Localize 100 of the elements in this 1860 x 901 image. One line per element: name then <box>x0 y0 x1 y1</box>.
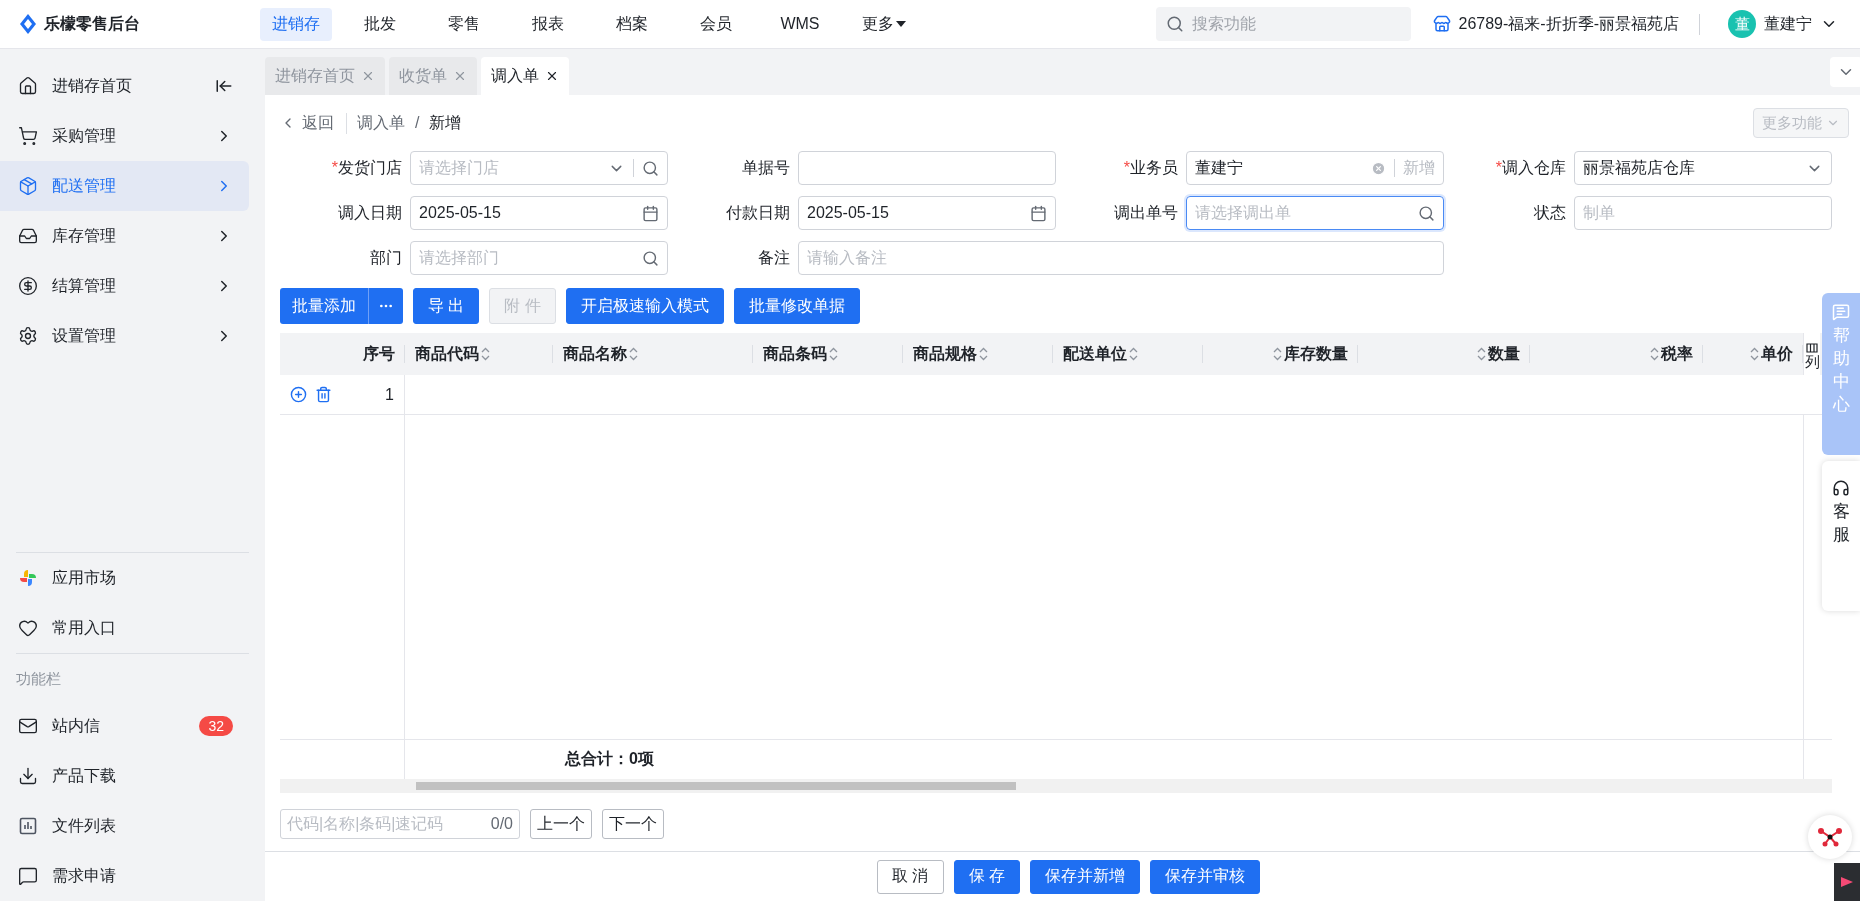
flag-button[interactable] <box>1834 863 1860 901</box>
message-icon <box>1832 303 1850 321</box>
field-placeholder: 请选择调出单 <box>1195 202 1292 223</box>
field-label: *发货门店 <box>330 157 403 178</box>
clear-icon[interactable] <box>1371 160 1386 176</box>
column-header[interactable]: 库存数量 <box>1203 333 1358 375</box>
prev-button[interactable]: 上一个 <box>530 809 592 839</box>
search-icon[interactable] <box>1418 204 1435 222</box>
app-title: 乐檬零售后台 <box>44 13 140 34</box>
nav-item[interactable]: 零售 <box>428 7 500 41</box>
action-button[interactable]: 开启极速输入模式 <box>565 288 724 324</box>
package-icon <box>18 176 38 196</box>
sidebar-item[interactable]: 产品下载 <box>0 751 249 801</box>
footer-button[interactable]: 保 存 <box>953 859 1020 894</box>
sidebar-item[interactable]: 站内信 32 <box>0 701 249 751</box>
search-icon[interactable] <box>642 249 659 267</box>
sidebar-item[interactable]: 常用入口 <box>0 603 249 653</box>
tab-menu-button[interactable] <box>1830 57 1860 87</box>
breadcrumb-item: 新增 <box>429 112 462 133</box>
nav-item[interactable]: 报表 <box>512 7 584 41</box>
column-header[interactable]: 配送单位 <box>1053 333 1203 375</box>
collapse-icon[interactable] <box>215 77 233 95</box>
sidebar-item[interactable]: 库存管理 <box>0 211 249 261</box>
sort-icon[interactable] <box>629 347 638 361</box>
count-badge: 32 <box>199 716 233 736</box>
input-field[interactable]: 2025-05-15 <box>410 196 668 230</box>
column-header[interactable]: 商品代码 <box>405 333 553 375</box>
sort-icon[interactable] <box>1129 347 1138 361</box>
sidebar-item[interactable]: 采购管理 <box>0 111 249 161</box>
find-field[interactable]: 代码|名称|条码|速记码 0/0 <box>280 809 520 839</box>
sidebar-item[interactable]: 设置管理 <box>0 311 249 361</box>
column-header[interactable]: 商品条码 <box>753 333 903 375</box>
sort-icon[interactable] <box>829 347 838 361</box>
column-header[interactable]: 序号 <box>280 333 405 375</box>
column-header[interactable]: 单价 <box>1703 333 1803 375</box>
action-button[interactable]: 导 出 <box>413 288 480 324</box>
nav-item[interactable]: 更多 <box>848 7 920 41</box>
caret-icon <box>896 21 906 27</box>
close-icon[interactable] <box>545 69 559 83</box>
input-field[interactable]: 董建宁 新增 <box>1186 151 1444 185</box>
field-placeholder: 请选择部门 <box>419 247 500 268</box>
input-field[interactable] <box>798 151 1056 185</box>
nav-item[interactable]: 档案 <box>596 7 668 41</box>
next-button[interactable]: 下一个 <box>602 809 664 839</box>
batch-add-button[interactable]: 批量添加 <box>280 288 369 324</box>
sidebar-item[interactable]: 进销存首页 <box>0 61 249 111</box>
sort-icon[interactable] <box>1477 347 1486 361</box>
input-field[interactable]: 2025-05-15 <box>798 196 1056 230</box>
settings-icon <box>18 326 38 346</box>
field-label: 部门 <box>369 247 403 268</box>
assistant-button[interactable] <box>1808 815 1852 859</box>
input-field[interactable]: 丽景福苑店仓库 <box>1574 151 1832 185</box>
horizontal-scrollbar[interactable] <box>280 779 1832 793</box>
search-icon <box>1165 15 1184 33</box>
add-row-icon[interactable] <box>290 386 307 403</box>
sidebar-item[interactable]: 应用市场 <box>0 553 249 603</box>
store-name[interactable]: 26789-福来-折折季-丽景福苑店 <box>1458 13 1679 35</box>
delete-icon[interactable] <box>315 386 332 403</box>
sort-icon[interactable] <box>481 347 490 361</box>
row-number: 1 <box>385 385 394 404</box>
headset-icon <box>1832 479 1850 497</box>
search-icon[interactable] <box>642 159 659 177</box>
nav-item[interactable]: 会员 <box>680 7 752 41</box>
pinwheel-icon <box>18 568 38 588</box>
side-tab[interactable]: 客服 <box>1822 461 1860 611</box>
column-settings-button[interactable]: 列 <box>1803 333 1820 375</box>
breadcrumb-item[interactable]: 调入单 <box>357 112 405 134</box>
column-header[interactable]: 数量 <box>1358 333 1530 375</box>
back-link[interactable]: 返回 <box>280 112 347 134</box>
nav-item[interactable]: WMS <box>764 9 836 39</box>
nav-item[interactable]: 批发 <box>344 7 416 41</box>
field-label: 状态 <box>1533 202 1567 223</box>
column-header[interactable]: 税率 <box>1530 333 1703 375</box>
column-header[interactable]: 商品规格 <box>903 333 1053 375</box>
breadcrumb-separator: / <box>415 114 420 132</box>
sort-icon[interactable] <box>1273 347 1282 361</box>
field-label: 单据号 <box>741 157 791 178</box>
calendar-icon[interactable] <box>1030 204 1047 222</box>
action-button[interactable]: 批量修改单据 <box>733 288 860 324</box>
heart-icon <box>18 618 38 638</box>
sidebar-item[interactable]: 文件列表 <box>0 801 249 851</box>
footer-button[interactable]: 保存并新增 <box>1029 859 1140 894</box>
sort-icon[interactable] <box>979 347 988 361</box>
tab[interactable]: 调入单 <box>481 57 569 95</box>
logo-icon <box>18 13 38 35</box>
nav-item[interactable]: 进销存 <box>260 7 332 41</box>
footer-button[interactable]: 取 消 <box>877 859 944 894</box>
sort-icon[interactable] <box>1750 347 1759 361</box>
download-icon <box>18 766 38 786</box>
sidebar-item[interactable]: 配送管理 <box>0 161 249 211</box>
field-label: 调出单号 <box>1113 202 1179 223</box>
column-header[interactable]: 商品名称 <box>553 333 753 375</box>
field-placeholder: 请选择门店 <box>419 157 500 178</box>
network-icon <box>1817 826 1843 848</box>
footer-button[interactable]: 保存并审核 <box>1149 859 1260 894</box>
sidebar-item[interactable]: 结算管理 <box>0 261 249 311</box>
sidebar-item[interactable]: 需求申请 <box>0 851 249 901</box>
calendar-icon[interactable] <box>642 204 659 222</box>
sort-icon[interactable] <box>1650 347 1659 361</box>
user-name[interactable]: 董建宁 <box>1764 13 1812 35</box>
